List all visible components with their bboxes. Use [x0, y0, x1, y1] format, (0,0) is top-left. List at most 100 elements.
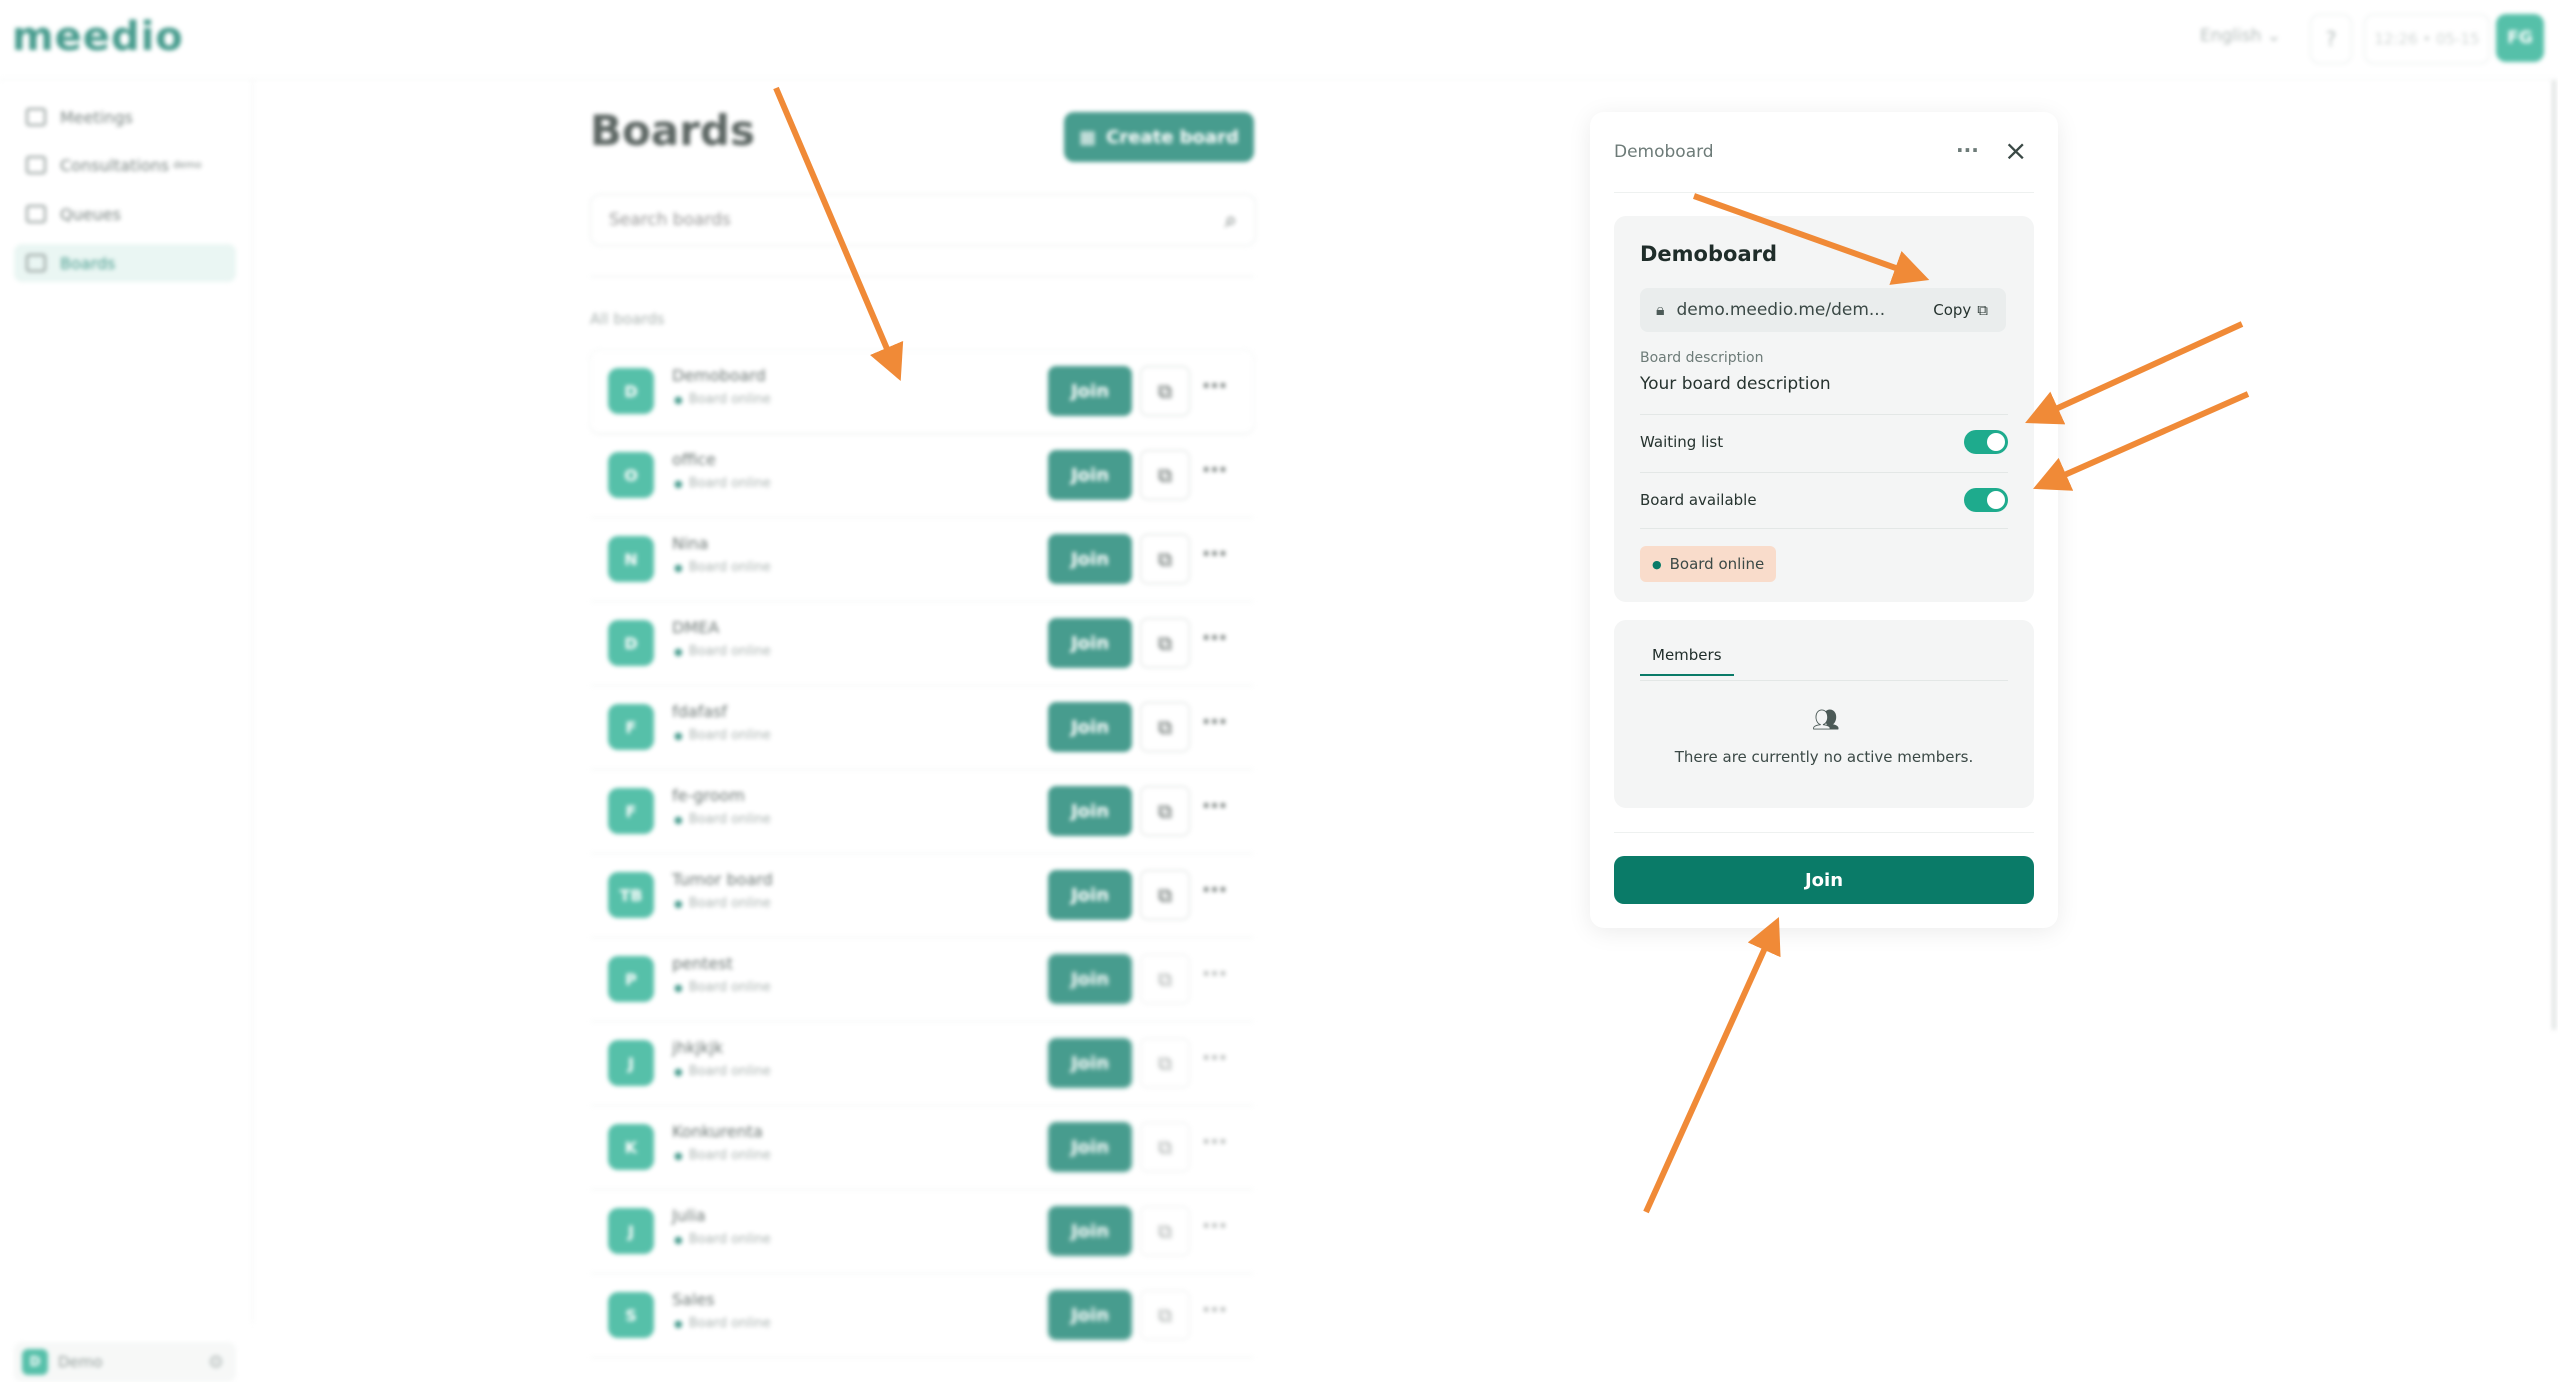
copy-label: Copy [1933, 301, 1972, 319]
board-row[interactable]: TB Tumor board Board online Join ⧉ ··· [590, 854, 1254, 938]
description-label: Board description [1640, 350, 1764, 366]
board-avatar: F [608, 788, 654, 834]
more-options-icon[interactable]: ··· [1202, 962, 1227, 987]
board-row[interactable]: J Julia Board online Join ⧉ ··· [590, 1190, 1254, 1274]
members-card: Members 👥︎ There are currently no active… [1614, 620, 2034, 808]
join-button[interactable]: Join [1048, 534, 1132, 584]
join-button[interactable]: Join [1048, 786, 1132, 836]
description-value: Your board description [1640, 374, 1831, 394]
copy-icon: ⧉ [1977, 301, 1988, 319]
more-options-icon[interactable]: ··· [1202, 626, 1227, 651]
sidebar-item-meetings[interactable]: Meetings [14, 98, 236, 136]
join-button[interactable]: Join [1048, 450, 1132, 500]
copy-link-button[interactable]: ⧉ [1140, 954, 1190, 1004]
board-status: Board online [674, 812, 771, 827]
board-row[interactable]: D Demoboard Board online Join ⧉ ··· [590, 350, 1254, 434]
more-options-icon[interactable]: ··· [1956, 138, 1979, 162]
board-row[interactable]: Ooffice Board online Join ⧉ ··· [590, 434, 1254, 518]
search-icon[interactable]: ⌕ [1225, 208, 1237, 233]
join-button[interactable]: Join [1048, 1122, 1132, 1172]
chevron-down-icon: ⌄ [2266, 26, 2282, 46]
board-row[interactable]: N Nina Board online Join ⧉ ··· [590, 518, 1254, 602]
copy-link-button[interactable]: ⧉ [1140, 618, 1190, 668]
more-options-icon[interactable]: ··· [1202, 710, 1227, 735]
tab-members[interactable]: Members [1640, 646, 1734, 676]
sidebar-item-consultations[interactable]: Consultations demo [14, 146, 236, 184]
copy-link-button[interactable]: ⧉ [1140, 702, 1190, 752]
join-button[interactable]: Join [1048, 1290, 1132, 1340]
waiting-list-toggle[interactable] [1964, 430, 2008, 454]
sidebar: Meetings Consultations demo Queues Boards… [0, 80, 253, 1382]
join-button[interactable]: Join [1048, 870, 1132, 920]
board-row[interactable]: D DMEA Board online Join ⧉ ··· [590, 602, 1254, 686]
board-status: Board online [674, 896, 771, 911]
help-button[interactable]: ? [2310, 14, 2352, 64]
copy-link-button[interactable]: ⧉ [1140, 1122, 1190, 1172]
sidebar-item-boards[interactable]: Boards [14, 244, 236, 282]
more-options-icon[interactable]: ··· [1202, 1046, 1227, 1071]
board-link[interactable]: demo.meedio.me/dem... [1677, 300, 1886, 320]
join-button[interactable]: Join [1048, 954, 1132, 1004]
gear-icon[interactable]: ⚙ [208, 1352, 224, 1373]
copy-link-button[interactable]: ⧉ [1140, 870, 1190, 920]
scrollbar[interactable] [2552, 80, 2556, 1030]
account-name: Demo [58, 1353, 103, 1371]
join-button[interactable]: Join [1048, 1038, 1132, 1088]
more-options-icon[interactable]: ··· [1202, 374, 1227, 399]
topbar: meedio English ⌄ ? 12:26 • 05-15 FG [0, 0, 2558, 80]
board-row[interactable]: SSalesBoard onlineJoin⧉··· [590, 1274, 1254, 1358]
clock-display: 12:26 • 05-15 [2364, 14, 2490, 64]
board-available-toggle[interactable] [1964, 488, 2008, 512]
copy-link-button[interactable]: ⧉ [1140, 450, 1190, 500]
board-avatar: D [608, 620, 654, 666]
copy-link-button[interactable]: ⧉ [1140, 534, 1190, 584]
more-options-icon[interactable]: ··· [1202, 1298, 1227, 1323]
board-row[interactable]: Ffe-groom Board online Join ⧉ ··· [590, 770, 1254, 854]
board-name: fe-groom [672, 786, 745, 805]
board-detail-panel: Demoboard ··· × Demoboard 🔒︎ demo.meedio… [1590, 112, 2058, 928]
more-options-icon[interactable]: ··· [1202, 1214, 1227, 1239]
close-icon[interactable]: × [2004, 134, 2027, 167]
join-button[interactable]: Join [1048, 702, 1132, 752]
board-row[interactable]: Ppentest Board online Join ⧉ ··· [590, 938, 1254, 1022]
join-button[interactable]: Join [1048, 1206, 1132, 1256]
board-avatar: J [608, 1208, 654, 1254]
account-switcher[interactable]: D Demo ⚙ [14, 1342, 236, 1382]
copy-link-button[interactable]: ⧉ [1140, 1206, 1190, 1256]
user-avatar[interactable]: FG [2496, 14, 2544, 62]
board-name: DMEA [672, 618, 720, 637]
copy-link-button[interactable]: Copy ⧉ [1933, 301, 1988, 319]
create-board-button[interactable]: ▦ Create board [1064, 112, 1254, 162]
create-board-label: Create board [1106, 126, 1239, 148]
copy-icon: ⧉ [1157, 631, 1173, 655]
more-options-icon[interactable]: ··· [1202, 458, 1227, 483]
members-empty-text: There are currently no active members. [1674, 748, 1974, 766]
board-status: Board online [674, 980, 771, 995]
copy-link-button[interactable]: ⧉ [1140, 786, 1190, 836]
copy-icon: ⧉ [1157, 967, 1173, 991]
divider [1640, 528, 2008, 529]
join-button[interactable]: Join [1048, 618, 1132, 668]
sidebar-item-queues[interactable]: Queues [14, 195, 236, 233]
more-options-icon[interactable]: ··· [1202, 542, 1227, 567]
board-row[interactable]: K Konkurenta Board online Join ⧉ ··· [590, 1106, 1254, 1190]
board-status: Board online [674, 560, 771, 575]
more-options-icon[interactable]: ··· [1202, 794, 1227, 819]
copy-link-button[interactable]: ⧉ [1140, 1290, 1190, 1340]
join-button[interactable]: Join [1048, 366, 1132, 416]
board-name: jhkjkjk [672, 1038, 724, 1057]
search-input[interactable] [607, 209, 1191, 231]
copy-link-button[interactable]: ⧉ [1140, 366, 1190, 416]
copy-icon: ⧉ [1157, 463, 1173, 487]
board-row[interactable]: Ffdafasf Board online Join ⧉ ··· [590, 686, 1254, 770]
board-list: D Demoboard Board online Join ⧉ ··· Ooffice Boa… [590, 350, 1254, 1358]
search-bar[interactable]: ⌕ [590, 194, 1256, 246]
status-label: Board online [1669, 555, 1765, 573]
board-status: Board online [674, 1064, 771, 1079]
copy-link-button[interactable]: ⧉ [1140, 1038, 1190, 1088]
join-board-button[interactable]: Join [1614, 856, 2034, 904]
language-select[interactable]: English ⌄ [2200, 26, 2281, 46]
more-options-icon[interactable]: ··· [1202, 878, 1227, 903]
more-options-icon[interactable]: ··· [1202, 1130, 1227, 1155]
board-row[interactable]: Jjhkjkjk Board online Join ⧉ ··· [590, 1022, 1254, 1106]
